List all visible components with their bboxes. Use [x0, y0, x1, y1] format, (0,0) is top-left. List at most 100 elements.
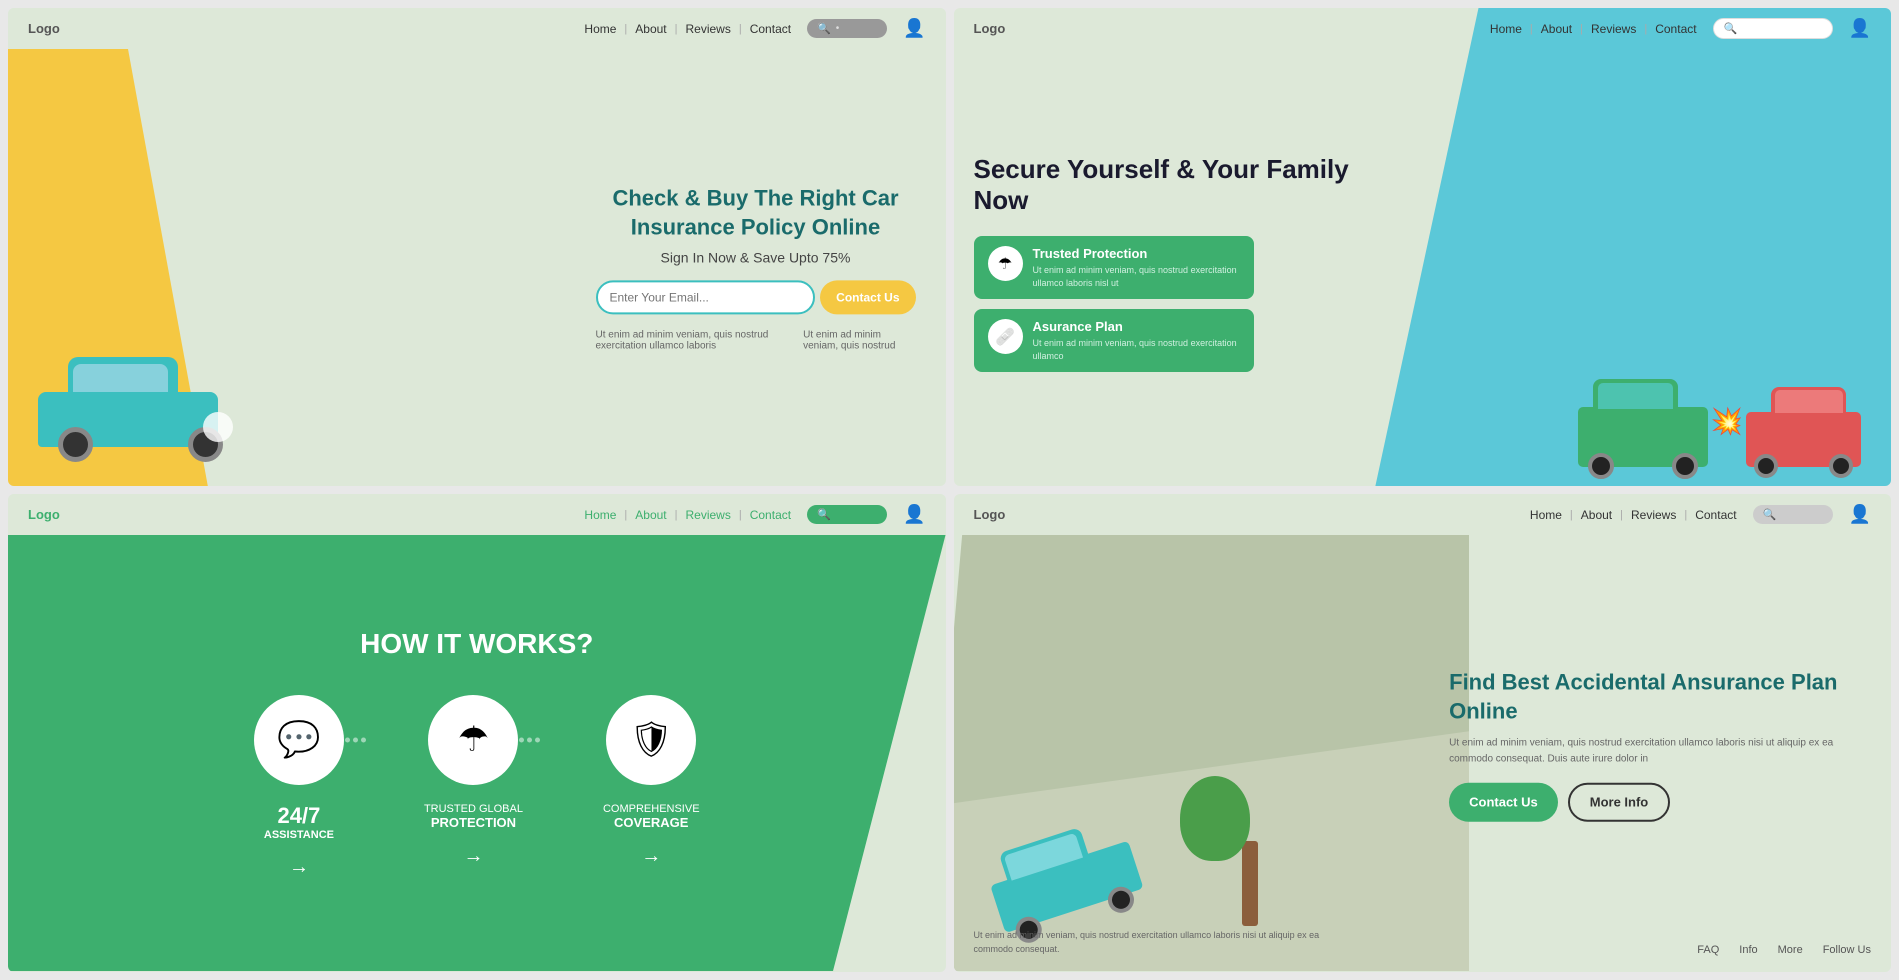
crash-effect-1	[203, 412, 233, 442]
feature-line2-3-3: COVERAGE	[603, 815, 700, 830]
nav-contact-1[interactable]: Contact	[750, 22, 791, 36]
section-title-3: HOW IT WORKS?	[360, 628, 593, 660]
nav-reviews-2[interactable]: Reviews	[1591, 22, 1636, 36]
feature-bubble-3-1: 💬	[254, 695, 344, 785]
dot-4	[519, 737, 524, 742]
navbar-1: Logo Home | About | Reviews | Contact 🔍 …	[8, 8, 946, 49]
tree-top-4	[1180, 776, 1250, 861]
content-1: Check & Buy The Right Car Insurance Poli…	[8, 49, 946, 486]
feature-sublabel-3-1: ASSISTANCE	[264, 829, 334, 841]
nav-about-2[interactable]: About	[1541, 22, 1572, 36]
user-icon-3[interactable]: 👤	[903, 504, 925, 525]
search-icon-1: 🔍	[817, 22, 831, 35]
feature-label-3-1: 24/7 ASSISTANCE	[264, 803, 334, 841]
sep-2a: |	[1530, 23, 1533, 35]
contact-button-4[interactable]: Contact Us	[1449, 783, 1558, 822]
sep-4c: |	[1684, 509, 1687, 521]
feature-icon-2-1: ☂	[988, 246, 1023, 281]
feature-bubble-3-2: ☂	[428, 695, 518, 785]
nav-home-1[interactable]: Home	[584, 22, 616, 36]
lorem-text-1b: Ut enim ad minim veniam, quis nostrud	[803, 330, 915, 352]
sep-1b: |	[675, 23, 678, 35]
green-panel-3: HOW IT WORKS? 💬 24/7 ASSISTANCE	[8, 535, 946, 971]
bubble-container-3-1: 💬	[254, 695, 344, 785]
dot-3	[361, 737, 366, 742]
feature-desc-2-2: Ut enim ad minim veniam, quis nostrud ex…	[1033, 337, 1240, 362]
text-area-1: Check & Buy The Right Car Insurance Poli…	[596, 184, 916, 351]
navbar-2: Logo Home | About | Reviews | Contact 🔍 …	[954, 8, 1892, 49]
sep-3b: |	[675, 509, 678, 521]
arrow-3-2: →	[463, 845, 483, 868]
nav-search-1[interactable]: 🔍 •	[807, 19, 887, 38]
footer-faq-4[interactable]: FAQ	[1697, 944, 1719, 956]
dots-3-1	[345, 737, 366, 742]
sep-1c: |	[739, 23, 742, 35]
search-label-1: •	[836, 23, 840, 34]
feature-text-2-1: Trusted Protection Ut enim ad minim veni…	[1033, 246, 1240, 289]
car-scene-4	[954, 535, 1470, 971]
arrow-3-1: →	[289, 856, 309, 879]
footer-info-4[interactable]: Info	[1739, 944, 1757, 956]
bottom-text-4: Ut enim ad minim veniam, quis nostrud ex…	[974, 929, 1349, 956]
search-icon-2: 🔍	[1724, 22, 1738, 35]
nav-reviews-4[interactable]: Reviews	[1631, 508, 1676, 522]
nav-contact-4[interactable]: Contact	[1695, 508, 1736, 522]
nav-home-2[interactable]: Home	[1490, 22, 1522, 36]
sep-4a: |	[1570, 509, 1573, 521]
search-icon-3: 🔍	[817, 508, 831, 521]
footer-more-4[interactable]: More	[1778, 944, 1803, 956]
main-title-2: Secure Yourself & Your Family Now	[974, 154, 1378, 216]
navbar-4: Logo Home | About | Reviews | Contact 🔍 …	[954, 494, 1892, 535]
email-input-1[interactable]	[596, 281, 816, 315]
nav-about-3[interactable]: About	[635, 508, 666, 522]
email-row-1: Contact Us	[596, 281, 916, 315]
bubble-container-3-2: ☂	[428, 695, 518, 785]
nav-search-4[interactable]: 🔍	[1753, 505, 1833, 524]
feature-text-2-2: Asurance Plan Ut enim ad minim veniam, q…	[1033, 319, 1240, 362]
logo-1: Logo	[28, 21, 60, 36]
nav-contact-2[interactable]: Contact	[1655, 22, 1696, 36]
nav-home-4[interactable]: Home	[1530, 508, 1562, 522]
sep-4b: |	[1620, 509, 1623, 521]
feature-item-3-3: 🛡 COMPREHENSIVE COVERAGE →	[603, 695, 700, 879]
nav-about-4[interactable]: About	[1581, 508, 1612, 522]
feature-icon-2-2: 🩹	[988, 319, 1023, 354]
features-row-3: 💬 24/7 ASSISTANCE →	[254, 695, 700, 879]
feature-item-3-2: ☂ TRUSTED GLOBAL PROTECTION →	[424, 695, 523, 879]
tree-trunk-4	[1242, 841, 1258, 926]
nav-search-3[interactable]: 🔍	[807, 505, 887, 524]
feature-card-2-2: 🩹 Asurance Plan Ut enim ad minim veniam,…	[974, 309, 1254, 372]
search-icon-4: 🔍	[1763, 508, 1777, 521]
user-icon-1[interactable]: 👤	[903, 18, 925, 39]
nav-links-4: Home | About | Reviews | Contact	[1530, 508, 1737, 522]
nav-about-1[interactable]: About	[635, 22, 666, 36]
feature-card-2-1: ☂ Trusted Protection Ut enim ad minim ve…	[974, 236, 1254, 299]
feature-bubble-3-3: 🛡	[606, 695, 696, 785]
feature-label-3-3: COMPREHENSIVE COVERAGE	[603, 803, 700, 830]
nav-reviews-1[interactable]: Reviews	[686, 22, 731, 36]
content-2: Secure Yourself & Your Family Now ☂ Trus…	[954, 49, 1892, 486]
sep-3c: |	[739, 509, 742, 521]
contact-button-1[interactable]: Contact Us	[820, 281, 915, 315]
footer-follow-4[interactable]: Follow Us	[1823, 944, 1871, 956]
feature-desc-2-1: Ut enim ad minim veniam, quis nostrud ex…	[1033, 264, 1240, 289]
nav-home-3[interactable]: Home	[584, 508, 616, 522]
lorem-row-1: Ut enim ad minim veniam, quis nostrud ex…	[596, 330, 916, 352]
user-icon-2[interactable]: 👤	[1849, 18, 1871, 39]
sep-2b: |	[1580, 23, 1583, 35]
nav-search-2[interactable]: 🔍	[1713, 18, 1833, 39]
btn-row-4: Contact Us More Info	[1449, 783, 1871, 822]
feature-item-3-1: 💬 24/7 ASSISTANCE →	[254, 695, 344, 879]
more-info-button-4[interactable]: More Info	[1568, 783, 1671, 822]
nav-reviews-3[interactable]: Reviews	[686, 508, 731, 522]
dots-3-2	[519, 737, 540, 742]
sep-2c: |	[1644, 23, 1647, 35]
car-wheel1-1	[58, 427, 93, 462]
lorem-text-4: Ut enim ad minim veniam, quis nostrud ex…	[1449, 736, 1871, 768]
feature-line1-3-2: TRUSTED GLOBAL	[424, 803, 523, 815]
car-illustration-1	[38, 387, 238, 467]
user-icon-4[interactable]: 👤	[1849, 504, 1871, 525]
nav-links-3: Home | About | Reviews | Contact	[584, 508, 791, 522]
nav-contact-3[interactable]: Contact	[750, 508, 791, 522]
footer-links-4: FAQ Info More Follow Us	[1697, 944, 1871, 956]
